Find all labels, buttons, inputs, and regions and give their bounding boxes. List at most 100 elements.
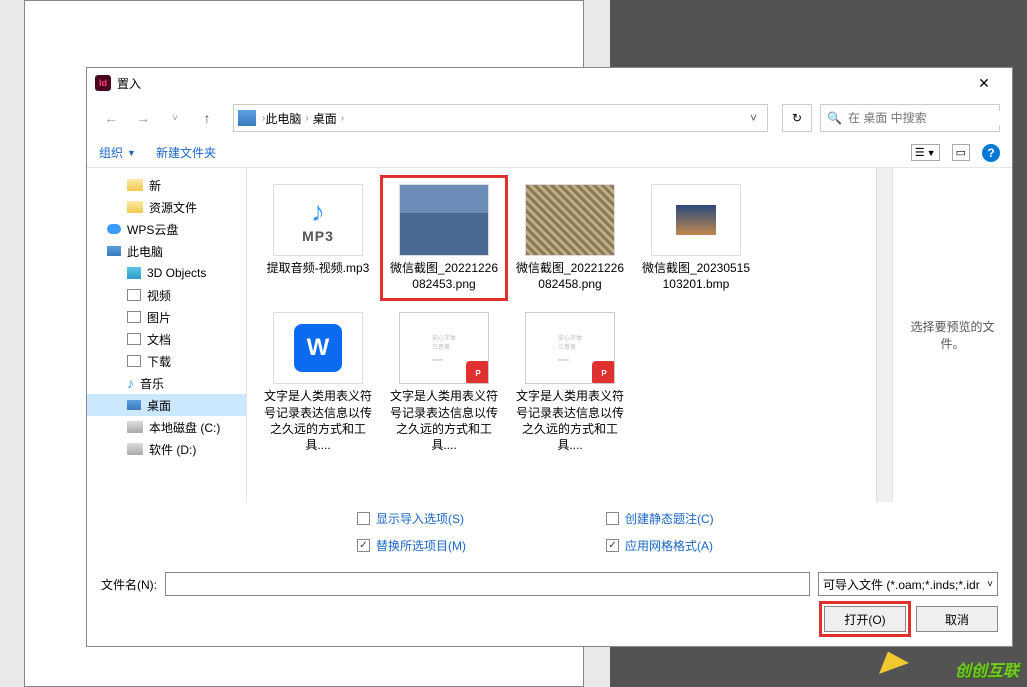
drive-icon [127, 443, 143, 455]
file-item[interactable]: 微信截图_20221226082458.png [511, 180, 629, 296]
tree-item[interactable]: WPS云盘 [87, 218, 246, 240]
file-name: 微信截图_20221226082453.png [389, 260, 499, 292]
address-bar[interactable]: › 此电脑 › 桌面 › ˅ [233, 104, 768, 132]
breadcrumb-sep: › [341, 113, 344, 124]
up-button[interactable]: ↑ [195, 106, 219, 130]
tree-item[interactable]: 此电脑 [87, 240, 246, 262]
show-import-options-checkbox[interactable]: 显示导入选项(S) [357, 510, 466, 527]
import-options: 显示导入选项(S) 替换所选项目(M) 创建静态题注(C) 应用网格格式(A) [87, 502, 1012, 562]
media-icon [127, 355, 141, 367]
cloud-icon [107, 224, 121, 234]
create-caption-checkbox[interactable]: 创建静态题注(C) [606, 510, 714, 527]
forward-button[interactable]: → [131, 106, 155, 130]
replace-selected-checkbox[interactable]: 替换所选项目(M) [357, 537, 466, 554]
tree-item[interactable]: 图片 [87, 306, 246, 328]
filename-label: 文件名(N): [101, 576, 157, 593]
filename-input[interactable] [165, 572, 810, 596]
location-icon [238, 110, 256, 126]
file-name: 微信截图_20221226082458.png [515, 260, 625, 292]
music-icon: ♪ [127, 377, 134, 389]
folder-icon [127, 179, 143, 191]
recent-dropdown[interactable]: ˅ [163, 106, 187, 130]
file-name: 文字是人类用表义符号记录表达信息以传之久远的方式和工具.... [515, 388, 625, 453]
file-item[interactable]: 安心字体三意美━━━P文字是人类用表义符号记录表达信息以传之久远的方式和工具..… [385, 308, 503, 457]
filetype-select[interactable]: 可导入文件 (*.oam;*.inds;*.idr˅ [818, 572, 998, 596]
tree-label: 3D Objects [147, 266, 206, 280]
refresh-button[interactable]: ↻ [782, 104, 812, 132]
organize-menu[interactable]: 组织 ▼ [99, 144, 136, 161]
file-name: 提取音频-视频.mp3 [267, 260, 370, 276]
tree-label: 新 [149, 177, 161, 194]
tree-item[interactable]: 文档 [87, 328, 246, 350]
scrollbar[interactable] [876, 168, 892, 502]
file-item[interactable]: 微信截图_20230515103201.bmp [637, 180, 755, 296]
file-item[interactable]: W文字是人类用表义符号记录表达信息以传之久远的方式和工具.... [259, 308, 377, 457]
file-item[interactable]: 安心字体三意美━━━P文字是人类用表义符号记录表达信息以传之久远的方式和工具..… [511, 308, 629, 457]
file-thumbnail [399, 184, 489, 256]
view-mode-button[interactable]: ☰ ▼ [911, 144, 940, 161]
tree-item[interactable]: 桌面 [87, 394, 246, 416]
back-button[interactable]: ← [99, 106, 123, 130]
file-item[interactable]: 微信截图_20221226082453.png [385, 180, 503, 296]
dialog-titlebar: Id 置入 ✕ [87, 68, 1012, 98]
file-name: 微信截图_20230515103201.bmp [641, 260, 751, 292]
tree-label: 本地磁盘 (C:) [149, 419, 220, 436]
file-name: 文字是人类用表义符号记录表达信息以传之久远的方式和工具.... [263, 388, 373, 453]
folder-icon [127, 201, 143, 213]
drive-icon [127, 421, 143, 433]
cancel-button[interactable]: 取消 [916, 606, 998, 632]
tree-label: 资源文件 [149, 199, 197, 216]
file-thumbnail: 安心字体三意美━━━P [399, 312, 489, 384]
preview-toggle-button[interactable]: ▭ [952, 144, 970, 161]
tree-label: 图片 [147, 309, 171, 326]
tree-label: 视频 [147, 287, 171, 304]
filename-row: 文件名(N): 可导入文件 (*.oam;*.inds;*.idr˅ [87, 562, 1012, 606]
tree-item[interactable]: 视频 [87, 284, 246, 306]
tree-label: 下载 [147, 353, 171, 370]
tree-label: 桌面 [147, 397, 171, 414]
file-thumbnail [651, 184, 741, 256]
pc-icon [107, 246, 121, 256]
pc-icon [127, 400, 141, 410]
file-thumbnail: W [273, 312, 363, 384]
indesign-icon: Id [95, 75, 111, 91]
preview-pane: 选择要预览的文件。 [892, 168, 1012, 502]
tree-item[interactable]: 3D Objects [87, 262, 246, 284]
file-name: 文字是人类用表义符号记录表达信息以传之久远的方式和工具.... [389, 388, 499, 453]
file-thumbnail: ♪MP3 [273, 184, 363, 256]
tree-label: 音乐 [140, 375, 164, 392]
breadcrumb-sep: › [305, 113, 308, 124]
file-thumbnail: 安心字体三意美━━━P [525, 312, 615, 384]
file-grid[interactable]: ♪MP3 提取音频-视频.mp3 微信截图_20221226082453.png 微信… [247, 168, 876, 502]
search-icon: 🔍 [827, 111, 842, 125]
tree-item[interactable]: 资源文件 [87, 196, 246, 218]
open-button[interactable]: 打开(O) [824, 606, 906, 632]
search-box[interactable]: 🔍 [820, 104, 1000, 132]
tree-label: 软件 (D:) [149, 441, 196, 458]
tree-item[interactable]: 新 [87, 174, 246, 196]
close-button[interactable]: ✕ [964, 68, 1004, 98]
search-input[interactable] [848, 111, 1003, 125]
breadcrumb-item[interactable]: 此电脑 [265, 110, 301, 127]
toolbar: 组织 ▼ 新建文件夹 ☰ ▼ ▭ ? [87, 138, 1012, 168]
help-button[interactable]: ? [982, 144, 1000, 162]
tree-item[interactable]: 软件 (D:) [87, 438, 246, 460]
media-icon [127, 289, 141, 301]
file-thumbnail [525, 184, 615, 256]
file-item[interactable]: ♪MP3 提取音频-视频.mp3 [259, 180, 377, 296]
tree-item[interactable]: 本地磁盘 (C:) [87, 416, 246, 438]
folder-tree[interactable]: 新资源文件 WPS云盘此电脑 3D Objects 视频图片文档下载 ♪ 音乐桌面本地磁盘… [87, 168, 247, 502]
obj3d-icon [127, 267, 141, 279]
nav-bar: ← → ˅ ↑ › 此电脑 › 桌面 › ˅ ↻ 🔍 [87, 98, 1012, 138]
apply-grid-checkbox[interactable]: 应用网格格式(A) [606, 537, 714, 554]
tree-label: 文档 [147, 331, 171, 348]
tree-item[interactable]: ♪ 音乐 [87, 372, 246, 394]
preview-placeholder: 选择要预览的文件。 [901, 318, 1004, 352]
dialog-title: 置入 [117, 75, 141, 92]
tree-item[interactable]: 下载 [87, 350, 246, 372]
tree-label: WPS云盘 [127, 221, 178, 238]
address-dropdown[interactable]: ˅ [744, 111, 763, 125]
new-folder-button[interactable]: 新建文件夹 [156, 144, 216, 161]
place-dialog: Id 置入 ✕ ← → ˅ ↑ › 此电脑 › 桌面 › ˅ ↻ 🔍 组织 ▼ … [86, 67, 1013, 647]
breadcrumb-item[interactable]: 桌面 [313, 110, 337, 127]
